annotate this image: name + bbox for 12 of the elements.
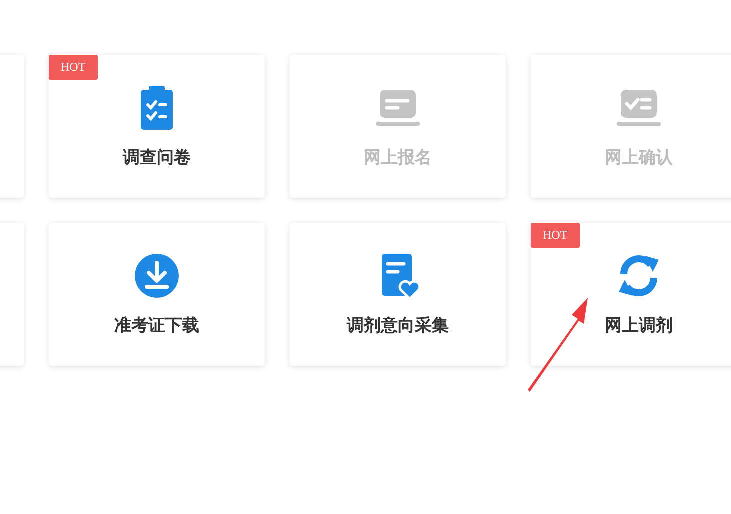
hot-badge: HOT [49, 55, 98, 80]
card-label: 网上调剂 [605, 315, 673, 337]
card-label: 调查问卷 [123, 147, 191, 169]
card-label: 网上报名 [364, 147, 432, 169]
menu-card[interactable]: 准考证下载 [49, 223, 265, 366]
hot-badge: HOT [531, 223, 580, 248]
card-label: 调剂意向采集 [347, 315, 449, 337]
menu-card[interactable]: HOT 调查问卷 [49, 55, 265, 198]
card-label: 准考证下载 [114, 315, 200, 337]
menu-card[interactable]: 调剂意向采集 [290, 223, 506, 366]
card-label: 网上确认 [605, 147, 673, 169]
menu-card[interactable]: HOT 网上调剂 [531, 223, 731, 366]
